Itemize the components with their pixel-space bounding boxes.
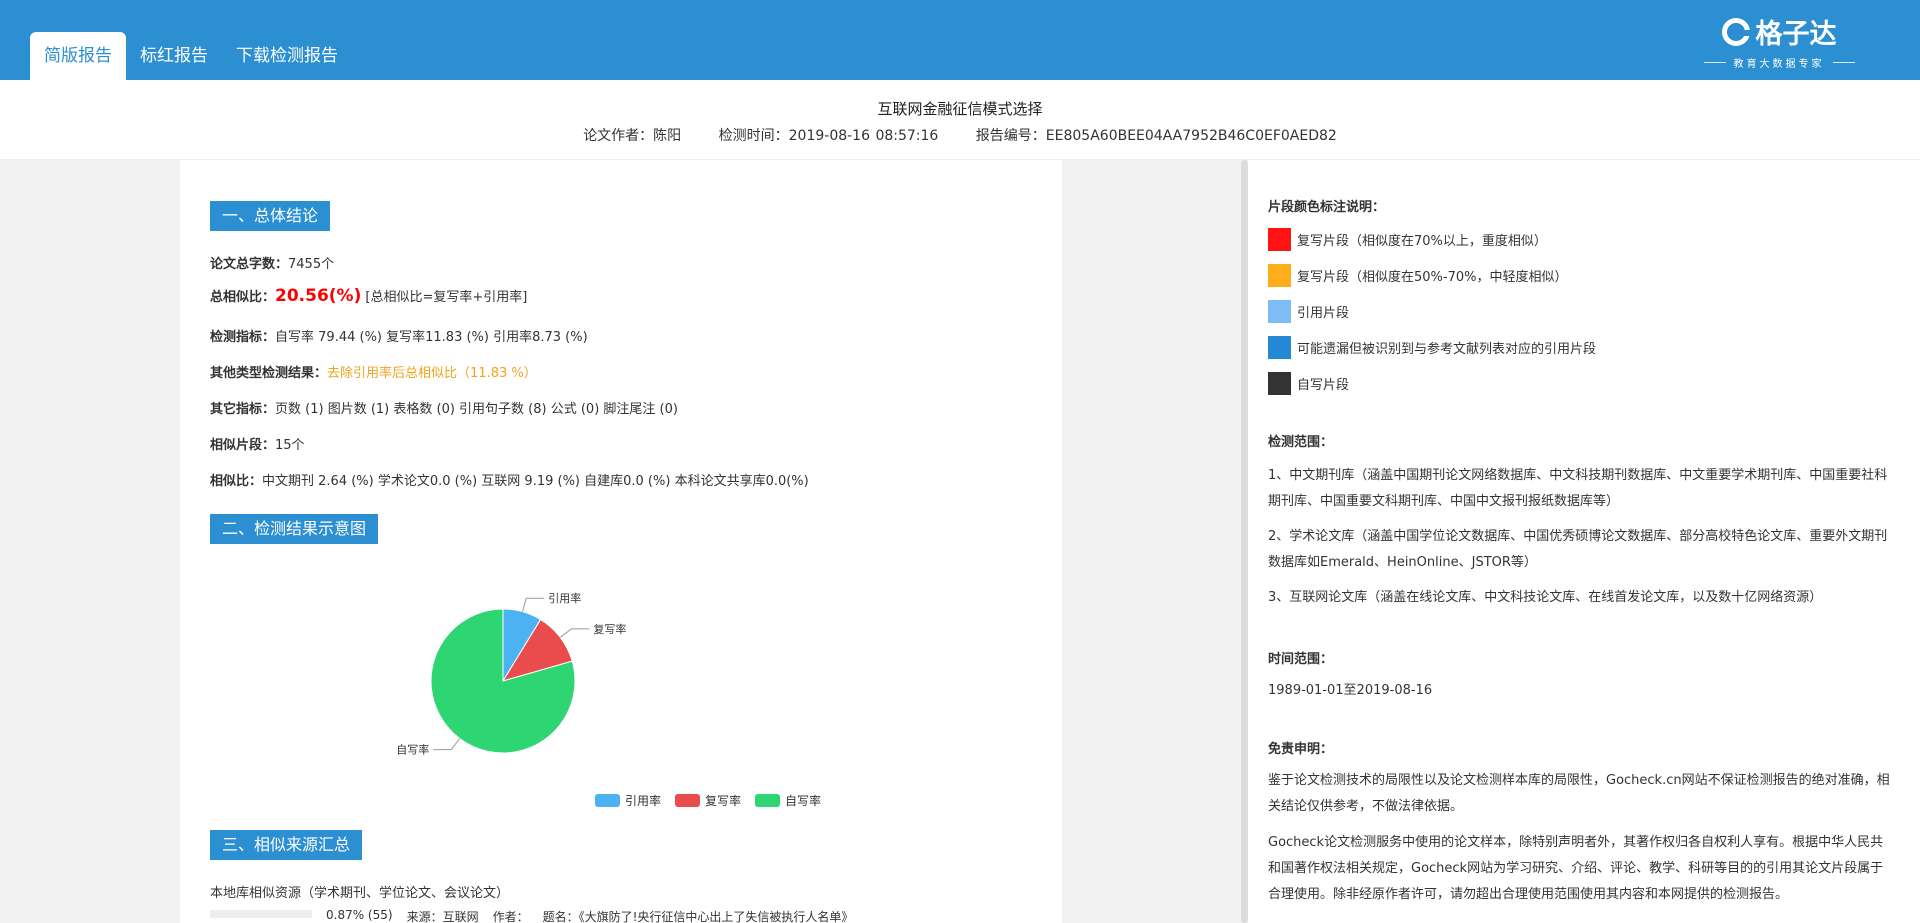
logo-tagline-row: 教育大数据专家 (1684, 55, 1874, 70)
ratio-value: 中文期刊 2.64 (%) 学术论文0.0 (%) 互联网 9.19 (%) 自… (262, 474, 809, 489)
report-check-time: 检测时间：2019-08-16 08:57:16 (718, 128, 939, 144)
color-swatch-quote (1268, 300, 1291, 323)
report-author: 论文作者：陈阳 (583, 128, 682, 144)
other-index-label: 其它指标： (210, 402, 276, 417)
color-legend-title: 片段颜色标注说明： (1268, 200, 1386, 215)
top-bar: 简版报告 标红报告 下载检测报告 格子达 教育大数据专家 (0, 0, 1920, 80)
report-number: 报告编号：EE805A60BEE04AA7952B46C0EF0AED82 (975, 128, 1337, 144)
color-label-heavy: 复写片段（相似度在70%以上，重度相似） (1297, 234, 1547, 249)
legend-swatch-2 (755, 794, 781, 807)
similarity-note: [总相似比=复写率+引用率] (365, 290, 528, 305)
pie-leader-2 (433, 738, 461, 751)
sources-intro: 本地库相似资源（学术期刊、学位论文、会议论文） (210, 886, 510, 901)
fragments-line: 相似片段：15个 (210, 434, 305, 453)
legend-item-0[interactable]: 引用率 (595, 792, 661, 809)
pie-chart: 引用率复写率自写率 (396, 591, 626, 757)
other-index-line: 其它指标：页数 (1) 图片数 (1) 表格数 (0) 引用句子数 (8) 公式… (210, 398, 678, 417)
range-title: 检测范围： (1268, 435, 1334, 450)
ratio-line: 相似比：中文期刊 2.64 (%) 学术论文0.0 (%) 互联网 9.19 (… (210, 470, 809, 489)
tab-simple-report[interactable]: 简版报告 (30, 32, 126, 80)
metrics-label: 检测指标： (210, 330, 276, 345)
disclaimer-paragraph-1: 鉴于论文检测技术的局限性以及论文检测样本库的局限性，Gocheck.cn网站不保… (1268, 773, 1890, 814)
time-range-title: 时间范围： (1268, 652, 1334, 667)
section-source-summary: 三、相似来源汇总 (210, 830, 363, 860)
source-ratio-bar (210, 910, 312, 918)
legend-label-1: 复写率 (705, 794, 742, 808)
similarity-value: 20.56(%) (275, 286, 362, 306)
section-result-diagram: 二、检测结果示意图 (210, 514, 379, 544)
color-legend-self: 自写片段 (1268, 372, 1349, 395)
ratio-label: 相似比： (210, 474, 263, 489)
other-result-line: 其他类型检测结果：去除引用率后总相似比（11.83 %） (210, 362, 537, 381)
pie-label-2: 自写率 (396, 743, 429, 757)
source-author: 作者： (492, 910, 529, 923)
logo-line-left (1703, 62, 1726, 63)
color-swatch-self (1268, 372, 1291, 395)
metrics-line: 检测指标：自写率 79.44 (%) 复写率11.83 (%) 引用率8.73 … (210, 326, 588, 345)
color-legend-reference: 可能遗漏但被识别到与参考文献列表对应的引用片段 (1268, 336, 1596, 359)
report-content-panel: 一、总体结论 论文总字数：7455个 总相似比：20.56(%) [总相似比=复写… (180, 160, 1062, 923)
content-scrollbar[interactable] (1241, 160, 1248, 923)
color-label-medium: 复写片段（相似度在50%-70%，中轻度相似） (1297, 270, 1568, 285)
other-index-value: 页数 (1) 图片数 (1) 表格数 (0) 引用句子数 (8) 公式 (0) … (275, 402, 678, 417)
report-title: 互联网金融征信模式选择 (877, 100, 1043, 118)
time-range-value: 1989-01-01至2019-08-16 (1268, 683, 1433, 698)
source-row: 0.87% (55) 来源：互联网 作者： 题名：《大旗防了!央行征信中心出上了… (210, 908, 853, 923)
pie-leader-0 (522, 597, 545, 612)
legend-label-0: 引用率 (625, 794, 662, 808)
pie-label-0: 引用率 (548, 591, 581, 605)
report-meta: 论文作者：陈阳 检测时间：2019-08-16 08:57:16 报告编号：EE… (0, 125, 1920, 145)
section-overall-conclusion: 一、总体结论 (210, 201, 331, 231)
other-result-label: 其他类型检测结果： (210, 366, 328, 381)
report-notes-panel: 片段颜色标注说明： 复写片段（相似度在70%以上，重度相似） 复写片段（相似度在… (1248, 160, 1920, 923)
legend-item-1[interactable]: 复写率 (675, 792, 741, 809)
report-header: 互联网金融征信模式选择 论文作者：陈阳 检测时间：2019-08-16 08:5… (0, 80, 1920, 160)
range-item-1: 1、中文期刊库（涵盖中国期刊论文网络数据库、中文科技期刊数据库、中文重要学术期刊… (1268, 468, 1888, 509)
color-swatch-medium (1268, 264, 1291, 287)
pie-chart-container: 引用率 复写率 自写率 (370, 555, 690, 805)
logo-ring-icon (1721, 17, 1751, 46)
color-swatch-heavy (1268, 228, 1291, 251)
logo-line-right (1832, 62, 1855, 63)
brand-logo: 格子达 教育大数据专家 (1684, 12, 1874, 70)
color-label-self: 自写片段 (1297, 378, 1350, 393)
legend-swatch-0 (595, 794, 620, 807)
color-swatch-reference (1268, 336, 1291, 359)
color-legend-heavy: 复写片段（相似度在70%以上，重度相似） (1268, 228, 1547, 251)
similarity-label: 总相似比： (210, 290, 276, 305)
fragments-value: 15个 (275, 438, 305, 453)
pie-label-1: 复写率 (593, 622, 626, 636)
total-chars-label: 论文总字数： (210, 257, 289, 272)
color-legend-medium: 复写片段（相似度在50%-70%，中轻度相似） (1268, 264, 1567, 287)
total-chars-line: 论文总字数：7455个 (210, 253, 334, 272)
other-result-value: 去除引用率后总相似比（11.83 %） (327, 366, 537, 381)
tab-marked-report[interactable]: 标红报告 (126, 32, 222, 80)
total-similarity-line: 总相似比：20.56(%) [总相似比=复写率+引用率] (210, 286, 527, 306)
legend-label-2: 自写率 (785, 794, 822, 808)
tab-download-report[interactable]: 下载检测报告 (222, 32, 352, 80)
disclaimer-paragraph-2: Gocheck论文检测服务中使用的论文样本，除特别声明者外，其著作权归各自权利人… (1268, 835, 1884, 902)
source-title[interactable]: 题名：《大旗防了!央行征信中心出上了失信被执行人名单》 (543, 908, 854, 923)
logo-tagline: 教育大数据专家 (1733, 59, 1825, 70)
pie-legend: 引用率 复写率 自写率 (595, 792, 821, 809)
fragments-label: 相似片段： (210, 438, 276, 453)
color-label-quote: 引用片段 (1297, 306, 1350, 321)
source-origin: 来源：互联网 (406, 910, 479, 923)
legend-item-2[interactable]: 自写率 (755, 792, 821, 809)
color-legend-quote: 引用片段 (1268, 300, 1349, 323)
source-ratio: 0.87% (55) (326, 908, 393, 922)
disclaimer-title: 免责申明： (1268, 742, 1334, 757)
logo-text: 格子达 (1755, 19, 1837, 50)
range-item-2: 2、学术论文库（涵盖中国学位论文数据库、中国优秀硕博论文数据库、部分高校特色论文… (1268, 529, 1888, 570)
logo-main: 格子达 (1684, 12, 1874, 51)
pie-leader-1 (559, 628, 590, 638)
range-item-3: 3、互联网论文库（涵盖在线论文库、中文科技论文库、在线首发论文库，以及数十亿网络… (1268, 590, 1823, 605)
report-tabs: 简版报告 标红报告 下载检测报告 (30, 32, 352, 80)
legend-swatch-1 (675, 794, 701, 807)
total-chars-value: 7455个 (288, 257, 335, 272)
metrics-value: 自写率 79.44 (%) 复写率11.83 (%) 引用率8.73 (%) (275, 330, 588, 345)
color-label-reference: 可能遗漏但被识别到与参考文献列表对应的引用片段 (1297, 342, 1597, 357)
